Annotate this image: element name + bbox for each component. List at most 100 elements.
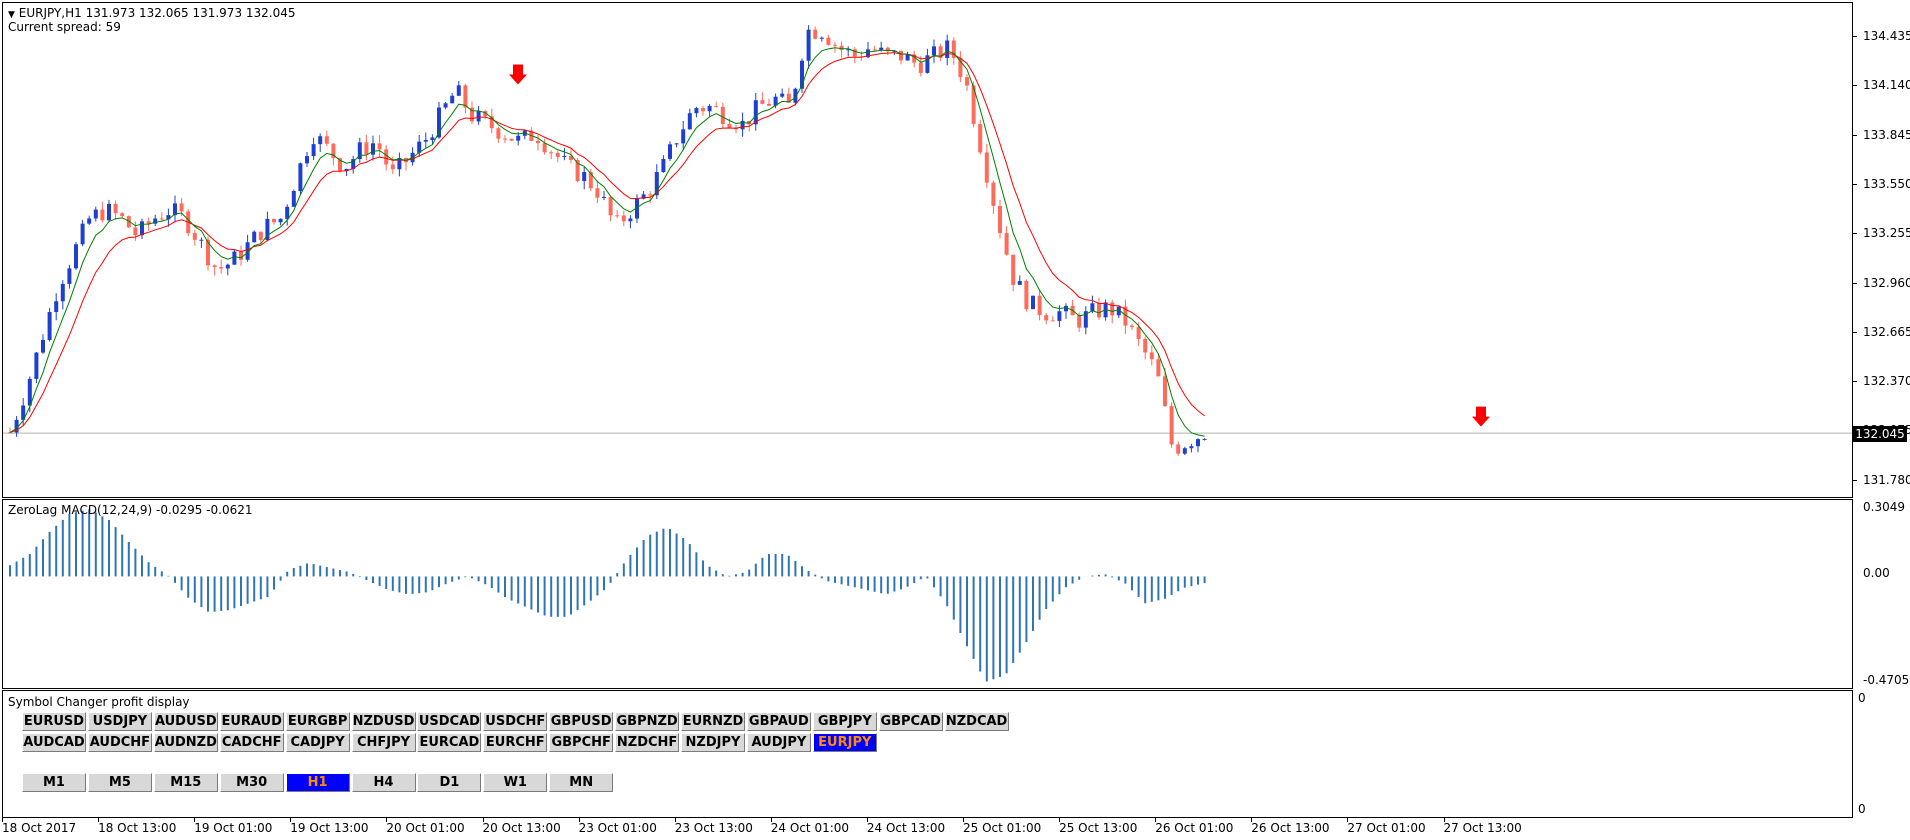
macd-pane[interactable]: ZeroLag MACD(12,24,9) -0.0295 -0.0621 [2,499,1853,689]
candle-body [74,244,78,269]
symbol-button-audcad[interactable]: AUDCAD [22,733,86,752]
time-axis-tick [290,818,292,822]
symbol-changer-title: Symbol Changer profit display [8,695,190,709]
price-axis-tick [1853,381,1857,383]
candle-body [780,93,785,97]
time-axis-label: 23 Oct 01:00 [578,821,657,835]
symbol-button-audusd[interactable]: AUDUSD [153,712,218,731]
timeframe-button-m30[interactable]: M30 [219,773,284,792]
symbol-button-gbpchf[interactable]: GBPCHF [549,733,614,752]
symbol-button-nzdusd[interactable]: NZDUSD [351,712,416,731]
symbol-button-audnzd[interactable]: AUDNZD [153,733,218,752]
candle-body [562,155,567,157]
symbol-button-gbpaud[interactable]: GBPAUD [746,712,811,731]
candle-body [225,264,230,269]
chevron-down-icon[interactable]: ▼ [8,10,15,20]
candle-body [456,85,461,96]
candle-body [1037,295,1042,316]
timeframe-button-w1[interactable]: W1 [483,773,548,792]
symbol-button-nzdjpy[interactable]: NZDJPY [681,733,745,752]
symbol-button-audchf[interactable]: AUDCHF [87,733,152,752]
candle-body [107,203,111,221]
symbol-button-eurnzd[interactable]: EURNZD [681,712,745,731]
symbol-button-eurusd[interactable]: EURUSD [22,712,86,731]
price-axis-label: 133.845 [1863,127,1910,142]
symbol-button-gbpjpy[interactable]: GBPJPY [812,712,877,731]
symbol-button-gbpusd[interactable]: GBPUSD [549,712,614,731]
timeframe-button-h4[interactable]: H4 [351,773,416,792]
timeframe-button-mn[interactable]: MN [549,773,614,792]
time-axis-tick [482,818,484,822]
symbol-button-nzdchf[interactable]: NZDCHF [615,733,680,752]
time-axis-label: 27 Oct 13:00 [1443,821,1522,835]
timeframe-button-h1[interactable]: H1 [285,773,350,792]
time-axis-label: 20 Oct 13:00 [482,821,561,835]
time-axis-tick [2,818,3,822]
candle-body [1011,254,1016,285]
symbol-button-usdjpy[interactable]: USDJPY [87,712,152,731]
symbol-button-usdcad[interactable]: USDCAD [417,712,482,731]
candle-body [1031,295,1035,310]
candle-body [1202,438,1207,440]
candle-body [1130,325,1134,328]
macd-histogram [9,509,1206,682]
symbol-button-gbpcad[interactable]: GBPCAD [878,712,943,731]
candle-body [159,218,164,220]
candle-body [1017,281,1022,285]
candle-body [54,301,59,313]
candle-body [615,215,620,217]
candle-body [588,171,593,189]
candle-body [1189,446,1194,449]
symbol-button-euraud[interactable]: EURAUD [219,712,284,731]
candle-body [674,143,679,145]
price-axis-label: 133.550 [1863,176,1910,191]
candle-body [212,265,217,268]
candle-body [113,203,118,214]
candle-body [648,194,653,196]
candle-body [509,138,514,141]
symbol-button-usdchf[interactable]: USDCHF [483,712,548,731]
symbol-button-eurjpy[interactable]: EURJPY [812,733,877,752]
candle-body [199,239,204,241]
candle-body [628,218,633,222]
candle-body [371,143,375,155]
price-chart-pane[interactable]: ▼ EURJPY,H1 131.973 132.065 131.973 132.… [2,2,1853,498]
symbol-button-chfjpy[interactable]: CHFJPY [351,733,416,752]
candle-body [984,152,989,183]
price-axis-tick [1853,233,1857,235]
symbol-button-eurcad[interactable]: EURCAD [417,733,482,752]
candle-body [1169,406,1174,445]
price-axis-label: 132.960 [1863,275,1910,290]
symbol-button-nzdcad[interactable]: NZDCAD [944,712,1009,731]
candle-body [1004,233,1009,255]
timeframe-button-d1[interactable]: D1 [417,773,482,792]
time-axis-label: 18 Oct 2017 [2,821,77,835]
candle-body [496,128,501,139]
candle-body [1182,448,1187,454]
timeframe-button-m15[interactable]: M15 [153,773,218,792]
time-axis-tick [98,818,100,822]
candle-body [608,196,613,216]
timeframe-button-m1[interactable]: M1 [22,773,86,792]
timeframe-button-m5[interactable]: M5 [87,773,152,792]
symbol-button-cadchf[interactable]: CADCHF [219,733,284,752]
time-axis-tick [866,818,868,822]
symbol-button-gbpnzd[interactable]: GBPNZD [615,712,680,731]
chart-title: EURJPY,H1 131.973 132.065 131.973 132.04… [18,6,296,20]
candle-body [1044,315,1049,321]
price-axis-label: 134.140 [1863,78,1910,93]
candle-body [582,171,587,182]
candle-body [1024,281,1029,310]
candle-body [872,49,877,51]
candle-body [133,227,138,236]
candle-body [252,231,257,243]
candle-body [945,40,950,58]
time-axis-tick [770,818,772,822]
candle-body [1077,315,1082,328]
symbol-button-cadjpy[interactable]: CADJPY [285,733,350,752]
candle-body [232,251,237,265]
symbol-button-audjpy[interactable]: AUDJPY [746,733,811,752]
candle-body [668,144,672,159]
symbol-button-eurgbp[interactable]: EURGBP [285,712,350,731]
symbol-button-eurchf[interactable]: EURCHF [483,733,548,752]
